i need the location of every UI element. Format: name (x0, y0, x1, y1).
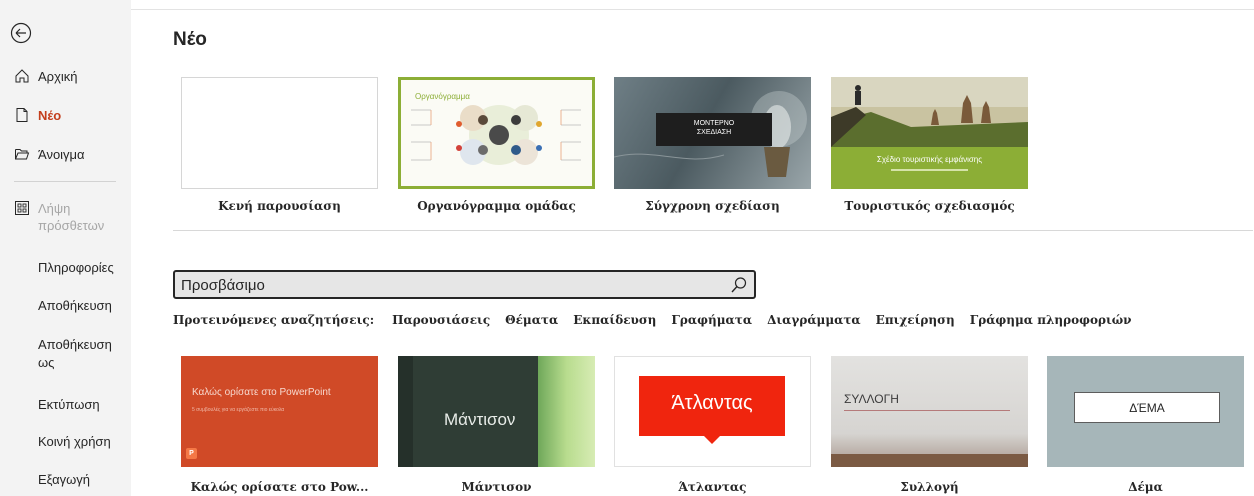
suggestion-link[interactable]: Γράφημα πληροφοριών (970, 313, 1132, 327)
template-travel-design[interactable]: Σχέδιο τουριστικής εμφάνισης (831, 77, 1028, 189)
back-button[interactable] (10, 22, 32, 44)
thumb-title: ΜΟΝΤΕΡΝΟ (693, 120, 735, 127)
sidebar-item-new[interactable]: Νέο (14, 107, 61, 123)
top-divider (131, 9, 1254, 10)
sidebar-item-label: Νέο (38, 107, 62, 123)
sidebar-item-addins[interactable]: Λήψη πρόσθετων (14, 200, 108, 234)
template-modern-design[interactable]: ΜΟΝΤΕΡΝΟ ΣΧΕΔΙΑΣΗ (614, 77, 811, 189)
page-title: Νέο (173, 29, 207, 50)
org-chart-graphic (411, 105, 581, 165)
theme-welcome-powerpoint[interactable]: Καλώς ορίσατε στο PowerPoint 5 συμβουλές… (181, 356, 378, 467)
sidebar-item-info[interactable]: Πληροφορίες (38, 259, 114, 277)
addins-icon (14, 200, 30, 216)
search-icon[interactable] (730, 276, 748, 294)
template-label[interactable]: Κενή παρουσίαση (181, 199, 378, 213)
theme-label[interactable]: Συλλογή (831, 480, 1028, 494)
thumb-floor (831, 454, 1028, 467)
theme-parcel[interactable]: ΔΈΜΑ (1047, 356, 1244, 467)
back-arrow-icon (10, 22, 32, 44)
suggestion-link[interactable]: Επιχείρηση (876, 313, 955, 327)
sidebar-item-label: Αρχική (38, 68, 78, 84)
thumb-title: ΣΥΛΛΟΓΗ (844, 392, 899, 406)
folder-open-icon (14, 146, 30, 162)
sidebar-item-label: Λήψη πρόσθετων (38, 201, 105, 233)
suggestion-link[interactable]: Διαγράμματα (767, 313, 861, 327)
theme-gradient (538, 356, 595, 467)
sidebar-item-export[interactable]: Εξαγωγή (38, 471, 90, 489)
theme-label[interactable]: Δέμα (1047, 480, 1244, 494)
suggestion-link[interactable]: Γραφήματα (671, 313, 752, 327)
theme-madison[interactable]: Μάντισον (398, 356, 595, 467)
section-divider (173, 230, 1253, 231)
theme-gallery[interactable]: ΣΥΛΛΟΓΗ (831, 356, 1028, 467)
suggested-searches-label: Προτεινόμενες αναζητήσεις: (173, 313, 375, 327)
search-input[interactable] (181, 276, 721, 294)
template-label[interactable]: Σύγχρονη σχεδίαση (614, 199, 811, 213)
theme-strip (398, 356, 413, 467)
sidebar-item-label: Άνοιγμα (38, 146, 85, 162)
thumb-underline (844, 410, 1010, 411)
search-box[interactable] (173, 270, 756, 299)
powerpoint-logo-icon: P (186, 448, 197, 459)
sidebar-item-open[interactable]: Άνοιγμα (14, 146, 85, 162)
thumb-title: Καλώς ορίσατε στο PowerPoint (192, 387, 331, 398)
new-file-icon (14, 107, 30, 123)
suggested-searches: Προτεινόμενες αναζητήσεις: Παρουσιάσεις … (173, 313, 1147, 327)
sidebar-item-save[interactable]: Αποθήκευση (38, 297, 112, 315)
suggestion-link[interactable]: Θέματα (505, 313, 558, 327)
theme-label[interactable]: Μάντισον (398, 480, 595, 494)
travel-photo (831, 77, 1028, 147)
sidebar-divider (14, 181, 116, 182)
theme-label[interactable]: Καλώς ορίσατε στο Pow... (181, 480, 378, 494)
template-org-chart[interactable]: Οργανόγραμμα (398, 77, 595, 189)
sidebar-item-print[interactable]: Εκτύπωση (38, 396, 100, 414)
template-label[interactable]: Τουριστικός σχεδιασμός (831, 199, 1028, 213)
suggestion-link[interactable]: Εκπαίδευση (573, 313, 656, 327)
thumb-title: Άτλαντας (639, 376, 785, 436)
theme-atlas[interactable]: Άτλαντας (614, 356, 811, 467)
template-label[interactable]: Οργανόγραμμα ομάδας (398, 199, 595, 213)
sidebar-item-save-as[interactable]: Αποθήκευση ως (38, 336, 118, 372)
thumb-title: Μάντισον (444, 410, 516, 429)
thumb-subtitle: 5 συμβουλές για να εργάζεστε πιο εύκολα (192, 407, 285, 413)
backstage-sidebar: Αρχική Νέο Άνοιγμα Λήψη πρόσθετων Πληροφ… (0, 0, 131, 496)
sidebar-item-home[interactable]: Αρχική (14, 68, 78, 84)
template-blank-presentation[interactable] (181, 77, 378, 189)
thumb-title: ΔΈΜΑ (1074, 392, 1220, 423)
thumb-title: Σχέδιο τουριστικής εμφάνισης (876, 155, 983, 164)
thumb-subtitle-line (891, 169, 968, 171)
thumb-title: ΣΧΕΔΙΑΣΗ (696, 129, 732, 136)
suggestion-link[interactable]: Παρουσιάσεις (392, 313, 490, 327)
home-icon (14, 68, 30, 84)
theme-label[interactable]: Άτλαντας (614, 480, 811, 494)
sidebar-item-share[interactable]: Κοινή χρήση (38, 433, 111, 451)
thumb-title-box: ΜΟΝΤΕΡΝΟ ΣΧΕΔΙΑΣΗ (656, 113, 772, 146)
thumb-pointer (704, 436, 720, 444)
